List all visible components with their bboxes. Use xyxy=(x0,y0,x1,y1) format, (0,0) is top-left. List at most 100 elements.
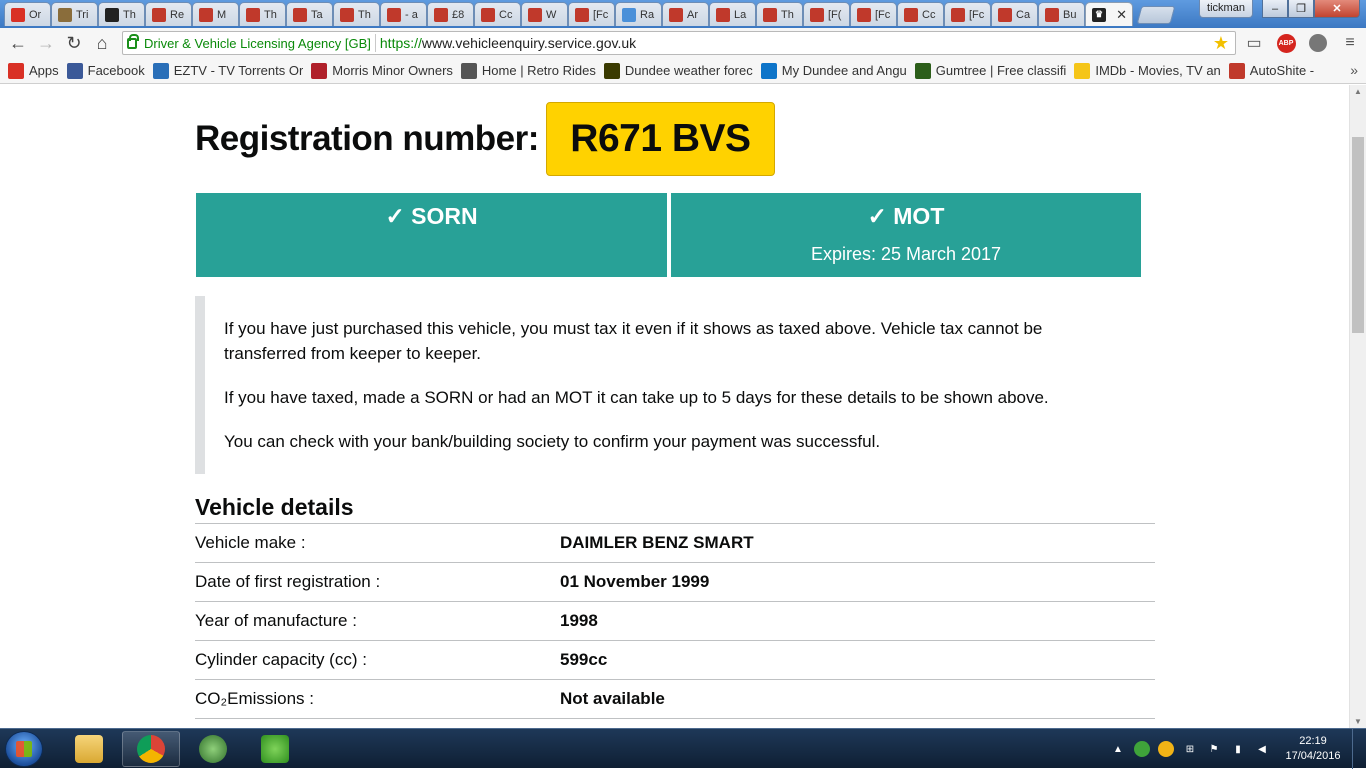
browser-tab[interactable]: Ar xyxy=(662,2,709,26)
browser-tab[interactable]: [Fc xyxy=(568,2,615,26)
scroll-down-arrow-icon[interactable]: ▼ xyxy=(1354,717,1362,726)
crown-icon: ♛ xyxy=(1092,7,1106,22)
browser-tab[interactable]: Bu xyxy=(1038,2,1085,26)
bookmark-item[interactable]: Gumtree | Free classifi xyxy=(914,62,1066,79)
profile-button[interactable]: tickman xyxy=(1199,0,1253,18)
home-button[interactable]: ⌂ xyxy=(88,29,116,57)
back-button[interactable]: ← xyxy=(4,29,32,57)
bookmark-item[interactable]: Home | Retro Rides xyxy=(460,62,596,79)
detail-label: Year of manufacture : xyxy=(195,611,357,630)
gmail-icon xyxy=(11,7,25,22)
show-hidden-icons-icon[interactable]: ▲ xyxy=(1110,741,1126,757)
browser-tab[interactable]: - a xyxy=(380,2,427,26)
mot-expiry-date: Expires: 25 March 2017 xyxy=(810,244,1002,264)
bookmark-item[interactable]: Morris Minor Owners xyxy=(311,62,453,79)
forward-arrow-icon: → xyxy=(37,32,55,53)
folder-icon xyxy=(75,735,103,763)
cast-button[interactable]: ▭ xyxy=(1238,29,1270,57)
browser-tab[interactable]: Th xyxy=(239,2,286,26)
menu-button[interactable]: ≡ xyxy=(1334,29,1366,57)
scrollbar-thumb[interactable] xyxy=(1352,137,1364,333)
browser-tab[interactable]: Re xyxy=(145,2,192,26)
bookmark-label: Dundee weather forec xyxy=(624,63,753,78)
morris-bus-icon xyxy=(998,7,1012,22)
bookmark-item[interactable]: AutoShite - xyxy=(1228,62,1314,79)
close-window-button[interactable]: ✕ xyxy=(1314,0,1360,18)
extension-button[interactable] xyxy=(1302,29,1334,57)
scroll-up-arrow-icon[interactable]: ▲ xyxy=(1354,87,1362,96)
tab-title: Cc xyxy=(499,8,513,21)
browser-tab[interactable]: Or xyxy=(4,2,51,26)
close-tab-icon[interactable]: ✕ xyxy=(1116,7,1127,23)
new-tab-button[interactable] xyxy=(1136,6,1176,24)
show-desktop-button[interactable] xyxy=(1352,729,1366,769)
browser-tab[interactable]: W xyxy=(521,2,568,26)
bookmark-star-icon[interactable]: ★ xyxy=(1213,33,1229,54)
morris-bus-icon xyxy=(199,7,213,22)
registration-plate: R671 BVS xyxy=(545,102,775,176)
volume-icon[interactable]: ◀ xyxy=(1254,741,1270,757)
browser-tab[interactable]: Ta xyxy=(286,2,333,26)
detail-value: DAIMLER BENZ SMART xyxy=(560,533,754,552)
bookmark-item[interactable]: Dundee weather forec xyxy=(603,62,753,79)
taskbar-utorrent[interactable] xyxy=(246,731,304,767)
active-browser-tab[interactable]: ♛ ✕ xyxy=(1085,2,1133,26)
browser-tab[interactable]: [Fc xyxy=(850,2,897,26)
browser-tab[interactable]: £8 xyxy=(427,2,474,26)
notice-paragraph: You can check with your bank/building so… xyxy=(224,432,881,451)
bookmark-item[interactable]: IMDb - Movies, TV an xyxy=(1074,62,1221,79)
bookmark-label: IMDb - Movies, TV an xyxy=(1095,63,1221,78)
morris-bus-icon xyxy=(857,7,871,22)
more-bookmarks-chevron-icon[interactable]: » xyxy=(1350,62,1358,78)
imdb-icon xyxy=(1074,62,1091,79)
browser-tab[interactable]: Cc xyxy=(474,2,521,26)
morris-bus-icon xyxy=(763,7,777,22)
da-icon xyxy=(760,62,777,79)
ev-certificate-badge[interactable]: Driver & Vehicle Licensing Agency [GB] xyxy=(123,33,371,51)
bookmark-item[interactable]: Apps xyxy=(8,62,59,79)
taskbar-explorer[interactable] xyxy=(60,731,118,767)
utorrent-tray-icon[interactable] xyxy=(1134,741,1150,757)
tab-list: Or Tri Th Re M Th Ta Th - a £8 Cc W [Fc Ra Ar La Th [F([F… xyxy=(4,2,1176,26)
vehicle-details-table: Vehicle make : DAIMLER BENZ SMART Date o… xyxy=(195,523,1155,719)
browser-tab[interactable]: [Fc xyxy=(944,2,991,26)
taskbar-chrome[interactable] xyxy=(122,731,180,767)
minimize-button[interactable]: – xyxy=(1262,0,1288,18)
browser-tab[interactable]: La xyxy=(709,2,756,26)
reload-icon: ↻ xyxy=(66,32,82,53)
browser-tab[interactable]: Cc xyxy=(897,2,944,26)
network-signal-icon[interactable]: ▮ xyxy=(1230,741,1246,757)
browser-tab[interactable]: Th xyxy=(333,2,380,26)
browser-tab[interactable]: Th xyxy=(98,2,145,26)
windows-flag-icon[interactable]: ⊞ xyxy=(1182,741,1198,757)
adblock-plus-icon: ABP xyxy=(1276,33,1296,53)
detail-label: CO₂Emissions : xyxy=(195,689,315,708)
browser-tab[interactable]: Tri xyxy=(51,2,98,26)
morris-bus-icon xyxy=(481,7,495,22)
adblock-button[interactable]: ABP xyxy=(1270,29,1302,57)
forward-button[interactable]: → xyxy=(32,29,60,57)
browser-tab[interactable]: [F( xyxy=(803,2,850,26)
start-button[interactable] xyxy=(5,731,43,767)
hamburger-menu-icon: ≡ xyxy=(1345,34,1355,51)
detail-value: 599cc xyxy=(560,650,608,669)
browser-tab[interactable]: Th xyxy=(756,2,803,26)
taskbar-app-globe[interactable] xyxy=(184,731,242,767)
browser-tab[interactable]: M xyxy=(192,2,239,26)
action-center-icon[interactable]: ⚑ xyxy=(1206,741,1222,757)
taskbar-clock[interactable]: 22:19 17/04/2016 xyxy=(1274,734,1352,764)
browser-tab[interactable]: Ca xyxy=(991,2,1038,26)
bookmark-item[interactable]: Facebook xyxy=(66,62,145,79)
home-icon: ⌂ xyxy=(96,32,108,53)
avast-tray-icon[interactable] xyxy=(1158,741,1174,757)
clock-time: 22:19 xyxy=(1299,735,1327,747)
address-bar[interactable]: Driver & Vehicle Licensing Agency [GB] h… xyxy=(122,31,1236,55)
browser-tab[interactable]: Ra xyxy=(615,2,662,26)
bookmark-item[interactable]: EZTV - TV Torrents Or xyxy=(152,62,303,79)
maximize-button[interactable]: ❐ xyxy=(1288,0,1314,18)
reload-button[interactable]: ↻ xyxy=(60,29,88,57)
autoshite-icon xyxy=(1228,62,1245,79)
vertical-scrollbar[interactable]: ▲ ▼ xyxy=(1349,85,1366,728)
bookmark-item[interactable]: My Dundee and Angu xyxy=(760,62,907,79)
morris-bus-icon xyxy=(152,7,166,22)
